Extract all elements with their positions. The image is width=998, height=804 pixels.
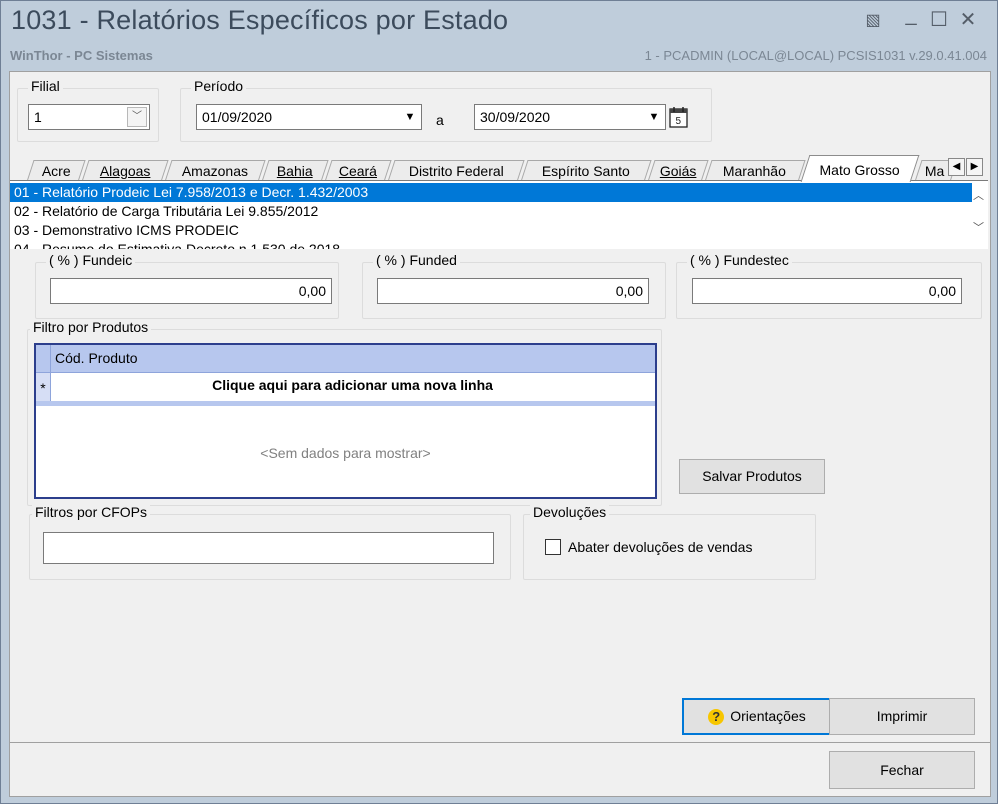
- periodo-label: Período: [191, 78, 247, 94]
- fundestec-group: ( % ) Fundestec 0,00: [676, 252, 982, 319]
- devolucoes-label: Devoluções: [530, 504, 610, 520]
- imprimir-button[interactable]: Imprimir: [829, 698, 975, 735]
- title-bar[interactable]: 1031 - Relatórios Específicos por Estado…: [1, 1, 997, 71]
- calendar-icon[interactable]: 5: [669, 106, 689, 128]
- tab-mato-grosso[interactable]: Mato Grosso: [800, 155, 920, 182]
- column-header-cod-produto[interactable]: Cód. Produto: [55, 350, 138, 366]
- window-subtitle: WinThor - PC Sistemas: [10, 48, 153, 63]
- dropdown-arrow-icon[interactable]: ▼: [644, 106, 664, 128]
- abater-devolucoes-label[interactable]: Abater devoluções de vendas: [568, 539, 752, 555]
- tab-acre[interactable]: Acre: [26, 160, 86, 182]
- window-status: 1 - PCADMIN (LOCAL@LOCAL) PCSIS1031 v.29…: [644, 48, 987, 63]
- fechar-button[interactable]: Fechar: [829, 751, 975, 789]
- periodo-end-value: 30/09/2020: [480, 109, 551, 125]
- chevron-up-icon[interactable]: ︿: [973, 187, 984, 203]
- tab-distrito-federal[interactable]: Distrito Federal: [387, 160, 525, 182]
- list-item[interactable]: 01 - Relatório Prodeic Lei 7.958/2013 e …: [10, 183, 972, 202]
- filtros-cfops-label: Filtros por CFOPs: [32, 504, 151, 520]
- tab-maranhao[interactable]: Maranhão: [704, 160, 806, 182]
- tab-scroll-left-icon[interactable]: ◀: [948, 158, 965, 176]
- client-area: Filial 1 ﹀ Período 01/09/2020 ▼ a 30/09/…: [9, 71, 991, 797]
- periodo-start-value: 01/09/2020: [202, 109, 273, 125]
- tab-bahia[interactable]: Bahia: [261, 160, 329, 182]
- list-item[interactable]: 04 - Resumo do Estimativa Decreto n 1.53…: [14, 240, 340, 249]
- filial-select[interactable]: 1 ﹀: [28, 104, 150, 130]
- footer-divider: [10, 742, 990, 743]
- periodo-start-field[interactable]: 01/09/2020 ▼: [196, 104, 422, 130]
- empty-grid-text: <Sem dados para mostrar>: [260, 445, 431, 461]
- dropdown-arrow-icon[interactable]: ▼: [400, 106, 420, 128]
- list-item[interactable]: 03 - Demonstrativo ICMS PRODEIC: [14, 221, 239, 240]
- fundestec-input[interactable]: 0,00: [692, 278, 962, 304]
- main-window: 1031 - Relatórios Específicos por Estado…: [0, 0, 998, 804]
- tab-amazonas[interactable]: Amazonas: [164, 160, 266, 182]
- tab-ceara[interactable]: Ceará: [324, 160, 392, 182]
- salvar-produtos-button[interactable]: Salvar Produtos: [679, 459, 825, 494]
- filial-group: Filial 1 ﹀: [17, 78, 159, 142]
- filtro-produtos-label: Filtro por Produtos: [30, 319, 152, 335]
- chevron-down-icon[interactable]: ﹀: [127, 107, 147, 127]
- periodo-end-field[interactable]: 30/09/2020 ▼: [474, 104, 666, 130]
- fundestec-label: ( % ) Fundestec: [687, 252, 792, 268]
- tab-espirito-santo[interactable]: Espírito Santo: [520, 160, 652, 182]
- orientacoes-button[interactable]: ? Orientações: [682, 698, 832, 735]
- window-title: 1031 - Relatórios Específicos por Estado: [11, 5, 509, 35]
- funded-label: ( % ) Funded: [373, 252, 460, 268]
- periodo-separator: a: [436, 112, 444, 128]
- produtos-grid[interactable]: Cód. Produto * Clique aqui para adiciona…: [34, 343, 657, 499]
- list-scrollbar[interactable]: ︿ ﹀: [970, 183, 986, 243]
- new-row-text[interactable]: Clique aqui para adicionar uma nova linh…: [50, 373, 655, 397]
- fundeic-group: ( % ) Fundeic 0,00: [35, 252, 339, 319]
- tab-alagoas[interactable]: Alagoas: [81, 160, 169, 182]
- filial-value: 1: [34, 109, 42, 125]
- chevron-down-icon[interactable]: ﹀: [973, 219, 984, 235]
- svg-text:5: 5: [676, 116, 682, 127]
- maximize-button[interactable]: ☐: [927, 7, 951, 32]
- help-icon: ?: [708, 709, 725, 726]
- tab-scroll-right-icon[interactable]: ▶: [966, 158, 983, 176]
- tab-goias[interactable]: Goiás: [647, 160, 709, 182]
- cfops-input[interactable]: [43, 532, 494, 564]
- filial-label: Filial: [28, 78, 63, 94]
- close-button[interactable]: ✕: [956, 7, 980, 32]
- restore-icon[interactable]: ▧: [861, 10, 885, 30]
- list-item[interactable]: 02 - Relatório de Carga Tributária Lei 9…: [14, 202, 318, 221]
- new-row-marker: *: [36, 373, 51, 401]
- fundeic-input[interactable]: 0,00: [50, 278, 332, 304]
- grid-header: Cód. Produto: [36, 345, 655, 373]
- report-list[interactable]: 01 - Relatório Prodeic Lei 7.958/2013 e …: [10, 180, 988, 249]
- grid-indicator-header: [36, 345, 51, 372]
- devolucoes-group: Devoluções Abater devoluções de vendas: [523, 504, 816, 580]
- abater-devolucoes-checkbox[interactable]: [545, 539, 561, 555]
- funded-input[interactable]: 0,00: [377, 278, 649, 304]
- minimize-button[interactable]: _: [899, 4, 923, 27]
- state-tabs: Acre Alagoas Amazonas Bahia Ceará Distri…: [18, 154, 983, 182]
- fundeic-label: ( % ) Fundeic: [46, 252, 136, 268]
- periodo-group: Período 01/09/2020 ▼ a 30/09/2020 ▼ 5: [180, 78, 712, 142]
- new-row[interactable]: * Clique aqui para adicionar uma nova li…: [36, 373, 655, 406]
- filtros-cfops-group: Filtros por CFOPs: [29, 504, 511, 580]
- funded-group: ( % ) Funded 0,00: [362, 252, 666, 319]
